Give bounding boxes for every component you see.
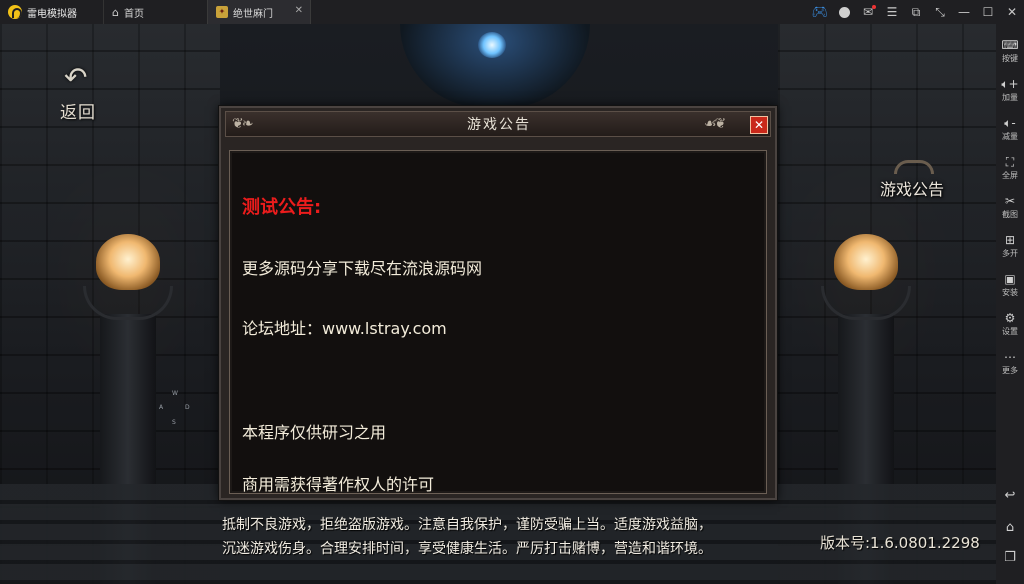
sidebar-item-label: 多开 xyxy=(1002,249,1018,258)
health-notice-line: 抵制不良游戏，拒绝盗版游戏。注意自我保护，谨防受骗上当。适度游戏益脑， xyxy=(222,517,712,533)
close-icon[interactable]: ✕ xyxy=(1000,0,1024,24)
restore-window-icon[interactable]: ⧉ xyxy=(904,0,928,24)
sidebar-item-label: 安装 xyxy=(1002,288,1018,297)
sidebar-item-volume-up[interactable]: 🔈︎+ 加量 xyxy=(996,77,1024,103)
sidebar-item-keys[interactable]: ⌨ 按键 xyxy=(996,38,1024,64)
app-logo-icon xyxy=(8,5,22,19)
fullscreen-toggle-icon[interactable]: ⤡ xyxy=(928,0,952,24)
sidebar-item-settings[interactable]: ⚙ 设置 xyxy=(996,311,1024,337)
tab-game-label: 绝世麻门 xyxy=(233,8,273,20)
sidebar-item-fullscreen[interactable]: ⛶ 全屏 xyxy=(996,155,1024,181)
notice-line: 商用需获得著作权人的许可 xyxy=(242,475,435,494)
sidebar-item-label: 全屏 xyxy=(1002,171,1018,180)
window-controls: 🎮︎ ✉ ☰ ⧉ ⤡ — ☐ ✕ xyxy=(808,0,1024,24)
tab-game[interactable]: ✦ 绝世麻门 ✕ xyxy=(207,0,311,24)
sidebar-item-label: 按键 xyxy=(1002,54,1018,63)
sidebar-item-label: 设置 xyxy=(1002,327,1018,336)
sidebar-item-label: 更多 xyxy=(1002,366,1018,375)
home-icon[interactable]: ⌂ xyxy=(996,520,1024,535)
emulator-sidebar: ⌨ 按键 🔈︎+ 加量 🔈︎- 减量 ⛶ 全屏 ✂ 截图 ⊞ 多开 ▣ 安装 ⚙… xyxy=(996,24,1024,584)
sidebar-item-screenshot[interactable]: ✂ 截图 xyxy=(996,194,1024,220)
app-name: 雷电模拟器 xyxy=(27,8,77,20)
crystal-light xyxy=(478,32,506,58)
menu-icon[interactable]: ☰ xyxy=(880,0,904,24)
dialog-close-button[interactable]: ✕ xyxy=(750,116,768,134)
gear-icon: ⚙ xyxy=(1004,311,1016,325)
title-bar: 雷电模拟器 ⌂ 首页 ✦ 绝世麻门 ✕ 🎮︎ ✉ ☰ ⧉ ⤡ — ☐ ✕ xyxy=(0,0,1024,24)
account-icon[interactable] xyxy=(832,0,856,24)
back-icon[interactable]: ↩ xyxy=(996,488,1024,503)
notice-button[interactable]: 游戏公告 xyxy=(876,154,956,204)
apk-install-icon: ▣ xyxy=(1004,272,1016,286)
back-button[interactable]: ↶ 返回 xyxy=(58,60,102,124)
tab-home[interactable]: ⌂ 首页 xyxy=(103,0,207,24)
lamp-left xyxy=(96,234,160,290)
notice-line: 本程序仅供研习之用 xyxy=(242,423,387,442)
sidebar-item-install[interactable]: ▣ 安装 xyxy=(996,272,1024,298)
home-icon: ⌂ xyxy=(112,5,119,19)
key-hint-w: W xyxy=(172,390,178,397)
dialog-header: ❦❧ 游戏公告 ☙❦ ✕ xyxy=(225,111,771,137)
sidebar-item-label: 加量 xyxy=(1002,93,1018,102)
fullscreen-icon: ⛶ xyxy=(1005,155,1015,169)
sidebar-item-label: 减量 xyxy=(1002,132,1018,141)
game-app-icon: ✦ xyxy=(216,6,228,18)
gamepad-icon[interactable]: 🎮︎ xyxy=(808,0,832,24)
tab-close-icon[interactable]: ✕ xyxy=(295,5,303,16)
notice-line: 论坛地址：www.lstray.com xyxy=(242,319,447,338)
game-viewport: ↶ 返回 游戏公告 W A D S ❦❧ 游戏公告 ☙❦ ✕ 测试公告: 更多源… xyxy=(0,24,996,584)
lamp-right xyxy=(834,234,898,290)
back-arrow-icon: ↶ xyxy=(64,61,88,94)
key-hint-a: A xyxy=(159,404,164,411)
volume-down-icon: 🔈︎- xyxy=(1004,116,1016,130)
key-hint-d: D xyxy=(185,404,190,411)
minimize-icon[interactable]: — xyxy=(952,0,976,24)
volume-up-icon: 🔈︎+ xyxy=(1001,77,1019,91)
mail-icon[interactable]: ✉ xyxy=(856,0,880,24)
notice-dialog: ❦❧ 游戏公告 ☙❦ ✕ 测试公告: 更多源码分享下载尽在流浪源码网 论坛地址：… xyxy=(219,106,777,500)
scissors-icon: ✂ xyxy=(1004,194,1016,208)
notice-roof-icon xyxy=(894,160,934,174)
recent-apps-icon[interactable]: ❐ xyxy=(996,550,1024,565)
multi-instance-icon: ⊞ xyxy=(1004,233,1016,247)
dialog-body: 测试公告: 更多源码分享下载尽在流浪源码网 论坛地址：www.lstray.co… xyxy=(229,150,767,494)
back-label: 返回 xyxy=(60,103,96,123)
notice-heading: 测试公告: xyxy=(242,197,322,218)
sidebar-item-volume-down[interactable]: 🔈︎- 减量 xyxy=(996,116,1024,142)
sidebar-item-multi[interactable]: ⊞ 多开 xyxy=(996,233,1024,259)
keyboard-icon: ⌨ xyxy=(1001,38,1019,52)
notice-line: 更多源码分享下载尽在流浪源码网 xyxy=(242,259,483,278)
maximize-icon[interactable]: ☐ xyxy=(976,0,1000,24)
notice-label: 游戏公告 xyxy=(880,180,945,199)
more-icon: ⋯ xyxy=(1004,350,1016,364)
tab-home-label: 首页 xyxy=(123,8,144,20)
key-hint-s: S xyxy=(172,419,176,426)
sidebar-item-label: 截图 xyxy=(1002,210,1018,219)
sidebar-item-more[interactable]: ⋯ 更多 xyxy=(996,350,1024,376)
health-notice-line: 沉迷游戏伤身。合理安排时间，享受健康生活。严厉打击赌博，营造和谐环境。 xyxy=(222,541,712,557)
dialog-title: 游戏公告 xyxy=(467,117,531,133)
version-label: 版本号:1.6.0801.2298 xyxy=(820,534,980,552)
